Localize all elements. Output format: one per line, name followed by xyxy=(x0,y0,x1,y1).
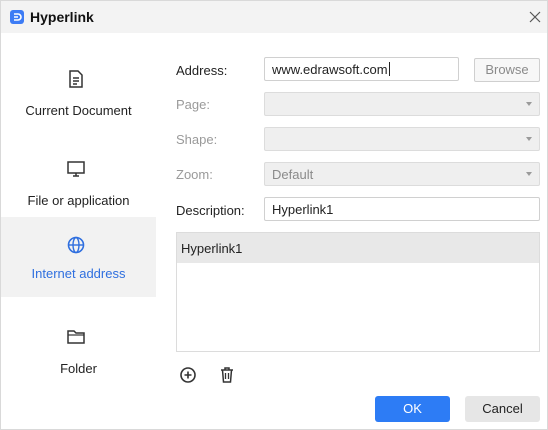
sidebar-item-internet-address[interactable]: Internet address xyxy=(1,217,156,297)
folder-icon xyxy=(66,327,86,347)
address-label: Address: xyxy=(176,63,228,78)
link-type-sidebar: Current Document File or application Int… xyxy=(1,33,157,429)
title-bar: Hyperlink xyxy=(1,1,547,33)
monitor-icon xyxy=(66,159,86,179)
shape-label: Shape: xyxy=(176,132,218,147)
edraw-app-icon xyxy=(10,10,24,24)
chevron-down-icon xyxy=(526,172,532,176)
dialog-title: Hyperlink xyxy=(30,9,94,25)
address-field[interactable]: www.edrawsoft.com xyxy=(264,57,459,81)
address-value: www.edrawsoft.com xyxy=(272,62,388,77)
hyperlink-list: Hyperlink1 xyxy=(176,232,540,352)
ok-button[interactable]: OK xyxy=(375,396,450,422)
sidebar-item-file-or-application[interactable]: File or application xyxy=(1,139,156,219)
sidebar-item-label: Folder xyxy=(60,361,97,376)
page-select[interactable] xyxy=(264,92,540,116)
sidebar-item-label: File or application xyxy=(27,193,130,208)
description-field[interactable]: Hyperlink1 xyxy=(264,197,540,221)
document-icon xyxy=(66,69,86,89)
trash-icon[interactable] xyxy=(217,365,237,385)
list-item[interactable]: Hyperlink1 xyxy=(177,233,539,263)
zoom-label: Zoom: xyxy=(176,167,213,182)
page-label: Page: xyxy=(176,97,210,112)
hyperlink-dialog: Hyperlink Current Document File or appli… xyxy=(0,0,548,430)
zoom-value: Default xyxy=(272,167,314,182)
close-icon[interactable] xyxy=(525,7,545,27)
description-value: Hyperlink1 xyxy=(272,202,334,217)
description-label: Description: xyxy=(176,203,245,218)
text-cursor xyxy=(388,62,390,76)
chevron-down-icon xyxy=(526,137,532,141)
sidebar-item-folder[interactable]: Folder xyxy=(1,307,156,387)
sidebar-item-current-document[interactable]: Current Document xyxy=(1,49,156,129)
cancel-button[interactable]: Cancel xyxy=(465,396,540,422)
chevron-down-icon xyxy=(526,102,532,106)
add-circle-icon[interactable] xyxy=(178,365,198,385)
globe-icon xyxy=(66,235,86,255)
shape-select[interactable] xyxy=(264,127,540,151)
sidebar-item-label: Current Document xyxy=(25,103,132,118)
browse-button[interactable]: Browse xyxy=(474,58,540,82)
sidebar-item-label: Internet address xyxy=(31,266,126,281)
zoom-select[interactable]: Default xyxy=(264,162,540,186)
